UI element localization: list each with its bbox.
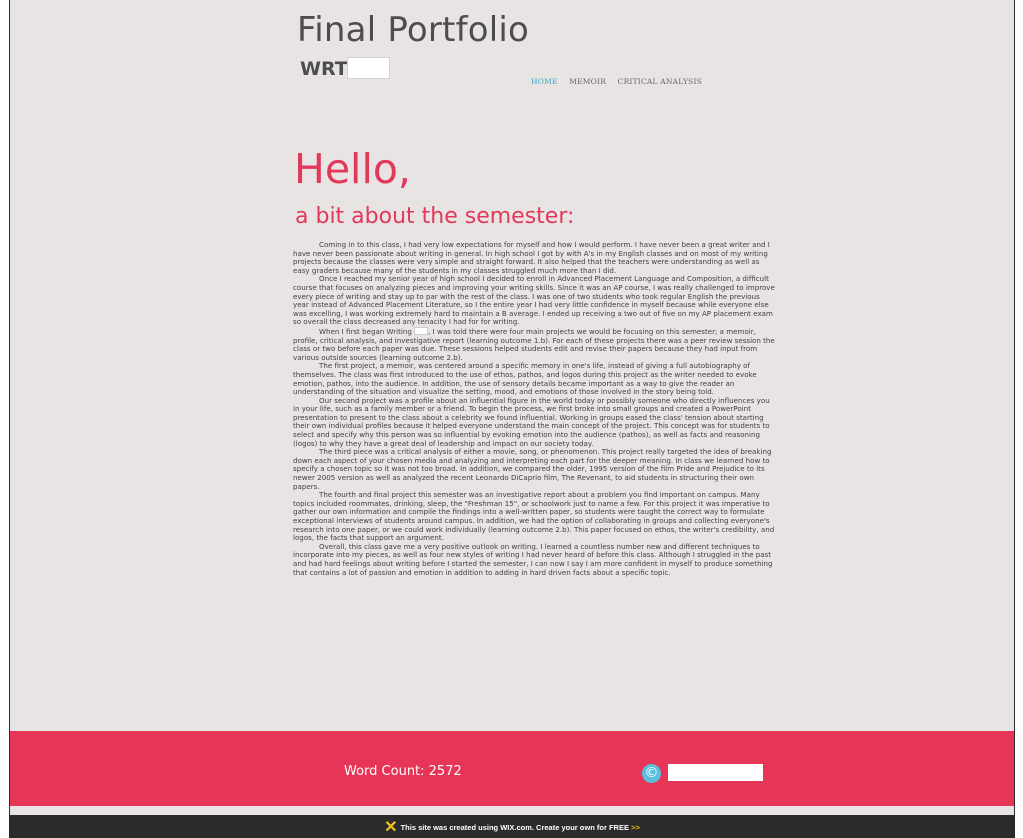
essay-paragraph: Once I reached my senior year of high sc… — [293, 274, 775, 327]
word-count: Word Count: 2572 — [344, 764, 462, 779]
essay-paragraph: The first project, a memoir, was centere… — [293, 361, 757, 397]
course-code: WRT — [300, 58, 348, 80]
wix-banner-text[interactable]: This site was created using WIX.com. Cre… — [401, 823, 629, 832]
redacted-course-number-inline — [414, 326, 429, 335]
wix-banner[interactable]: ✕ This site was created using WIX.com. Cr… — [10, 815, 1014, 838]
redacted-copyright-name — [668, 764, 763, 781]
site-title[interactable]: Final Portfolio — [297, 10, 529, 50]
nav-memoir[interactable]: MEMOIR — [569, 77, 606, 86]
semester-subtitle: a bit about the semester: — [295, 204, 575, 229]
hello-heading: Hello, — [294, 145, 411, 193]
essay-paragraph: Our second project was a profile about a… — [293, 395, 770, 448]
footer-band — [10, 731, 1014, 806]
page-frame: Final Portfolio WRT HOME MEMOIR CRITICAL… — [9, 0, 1015, 838]
nav-home[interactable]: HOME — [531, 77, 558, 86]
nav-critical-analysis[interactable]: CRITICAL ANALYSIS — [618, 77, 702, 86]
essay-paragraph: Overall, this class gave me a very posit… — [293, 541, 773, 577]
essay-paragraph: Coming in to this class, I had very low … — [293, 240, 770, 275]
copyright-icon: © — [642, 764, 661, 783]
essay-body: Coming in to this class, I had very low … — [293, 240, 777, 577]
wix-logo-icon: ✕ — [384, 819, 398, 836]
redacted-course-number — [347, 57, 390, 79]
essay-paragraph: The third piece was a critical analysis … — [293, 447, 772, 491]
essay-paragraph: The fourth and final project this semest… — [293, 490, 775, 543]
wix-banner-arrows[interactable]: >> — [631, 823, 640, 832]
main-nav: HOME MEMOIR CRITICAL ANALYSIS — [531, 77, 711, 86]
essay-paragraph: When I first began Writing , I was told … — [293, 326, 777, 362]
